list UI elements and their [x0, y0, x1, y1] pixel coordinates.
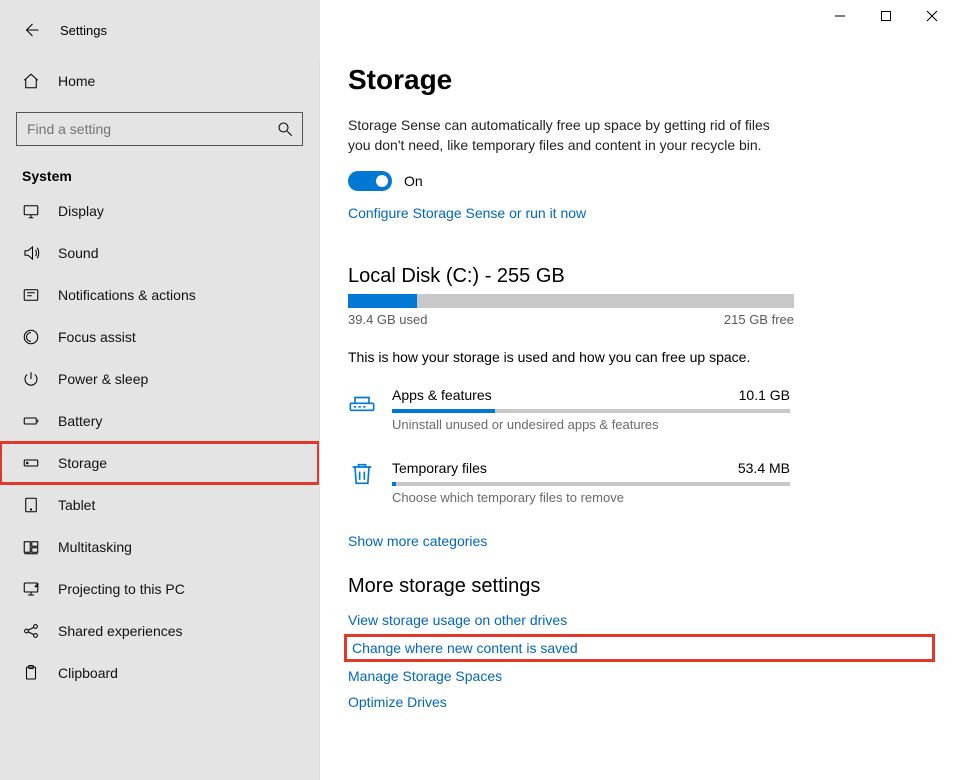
sidebar-item-label: Shared experiences	[58, 623, 183, 639]
home-nav[interactable]: Home	[0, 60, 319, 102]
category-name: Apps & features	[392, 387, 492, 403]
trash-icon	[348, 460, 376, 488]
sidebar-item-label: Tablet	[58, 497, 95, 513]
sidebar-item-power[interactable]: Power & sleep	[0, 358, 319, 400]
search-icon	[276, 120, 294, 138]
apps-icon	[348, 387, 376, 415]
close-button[interactable]	[909, 0, 955, 32]
clipboard-icon	[22, 664, 40, 682]
back-icon[interactable]	[22, 21, 40, 39]
more-link[interactable]: Manage Storage Spaces	[348, 668, 931, 684]
storage-icon	[22, 454, 40, 472]
category-bar	[392, 409, 790, 413]
power-icon	[22, 370, 40, 388]
show-more-categories-link[interactable]: Show more categories	[348, 533, 931, 549]
disk-heading: Local Disk (C:) - 255 GB	[348, 265, 931, 288]
category-bar	[392, 482, 790, 486]
disk-used-label: 39.4 GB used	[348, 312, 428, 327]
multitasking-icon	[22, 538, 40, 556]
shared-icon	[22, 622, 40, 640]
maximize-button[interactable]	[863, 0, 909, 32]
projecting-icon	[22, 580, 40, 598]
home-icon	[22, 72, 40, 90]
sidebar-item-projecting[interactable]: Projecting to this PC	[0, 568, 319, 610]
more-link[interactable]: Change where new content is saved	[348, 638, 931, 658]
sidebar-item-clipboard[interactable]: Clipboard	[0, 652, 319, 694]
sidebar-item-label: Battery	[58, 413, 102, 429]
toggle-state-label: On	[404, 173, 423, 189]
more-settings-heading: More storage settings	[348, 575, 931, 598]
sidebar-item-label: Notifications & actions	[58, 287, 196, 303]
content-pane: Storage Storage Sense can automatically …	[320, 32, 955, 780]
sidebar-item-label: Power & sleep	[58, 371, 148, 387]
usage-desc: This is how your storage is used and how…	[348, 349, 931, 365]
sidebar-item-display[interactable]: Display	[0, 190, 319, 232]
notifications-icon	[22, 286, 40, 304]
category-name: Temporary files	[392, 460, 487, 476]
category-heading: System	[0, 150, 319, 190]
category-sub: Uninstall unused or undesired apps & fea…	[392, 417, 790, 432]
page-title: Storage	[348, 64, 931, 96]
category-sub: Choose which temporary files to remove	[392, 490, 790, 505]
storage-sense-toggle[interactable]	[348, 171, 392, 191]
storage-sense-desc: Storage Sense can automatically free up …	[348, 116, 788, 155]
sidebar-item-storage[interactable]: Storage	[0, 442, 319, 484]
disk-free-label: 215 GB free	[724, 312, 794, 327]
configure-sense-link[interactable]: Configure Storage Sense or run it now	[348, 205, 931, 221]
focus-icon	[22, 328, 40, 346]
tablet-icon	[22, 496, 40, 514]
sidebar-item-label: Display	[58, 203, 104, 219]
sidebar-item-notifications[interactable]: Notifications & actions	[0, 274, 319, 316]
sidebar-item-multitasking[interactable]: Multitasking	[0, 526, 319, 568]
storage-category-apps[interactable]: Apps & features 10.1 GB Uninstall unused o…	[348, 387, 931, 432]
sound-icon	[22, 244, 40, 262]
sidebar: Home System Display Sound Notifications & …	[0, 32, 320, 780]
sidebar-item-shared[interactable]: Shared experiences	[0, 610, 319, 652]
sidebar-item-label: Focus assist	[58, 329, 136, 345]
category-size: 53.4 MB	[738, 460, 790, 476]
category-size: 10.1 GB	[739, 387, 790, 403]
disk-usage-bar	[348, 294, 794, 308]
sidebar-item-label: Clipboard	[58, 665, 118, 681]
sidebar-item-label: Multitasking	[58, 539, 132, 555]
storage-category-trash[interactable]: Temporary files 53.4 MB Choose which tempo…	[348, 460, 931, 505]
sidebar-item-label: Projecting to this PC	[58, 581, 185, 597]
sidebar-item-tablet[interactable]: Tablet	[0, 484, 319, 526]
search-input[interactable]	[25, 120, 276, 138]
more-link[interactable]: View storage usage on other drives	[348, 612, 931, 628]
sidebar-item-label: Storage	[58, 455, 107, 471]
sidebar-item-focus[interactable]: Focus assist	[0, 316, 319, 358]
sidebar-item-sound[interactable]: Sound	[0, 232, 319, 274]
battery-icon	[22, 412, 40, 430]
display-icon	[22, 202, 40, 220]
sidebar-item-battery[interactable]: Battery	[0, 400, 319, 442]
window-title: Settings	[60, 23, 107, 38]
home-label: Home	[58, 73, 95, 89]
more-link[interactable]: Optimize Drives	[348, 694, 931, 710]
minimize-button[interactable]	[817, 0, 863, 32]
sidebar-item-label: Sound	[58, 245, 98, 261]
search-box[interactable]	[16, 112, 303, 146]
